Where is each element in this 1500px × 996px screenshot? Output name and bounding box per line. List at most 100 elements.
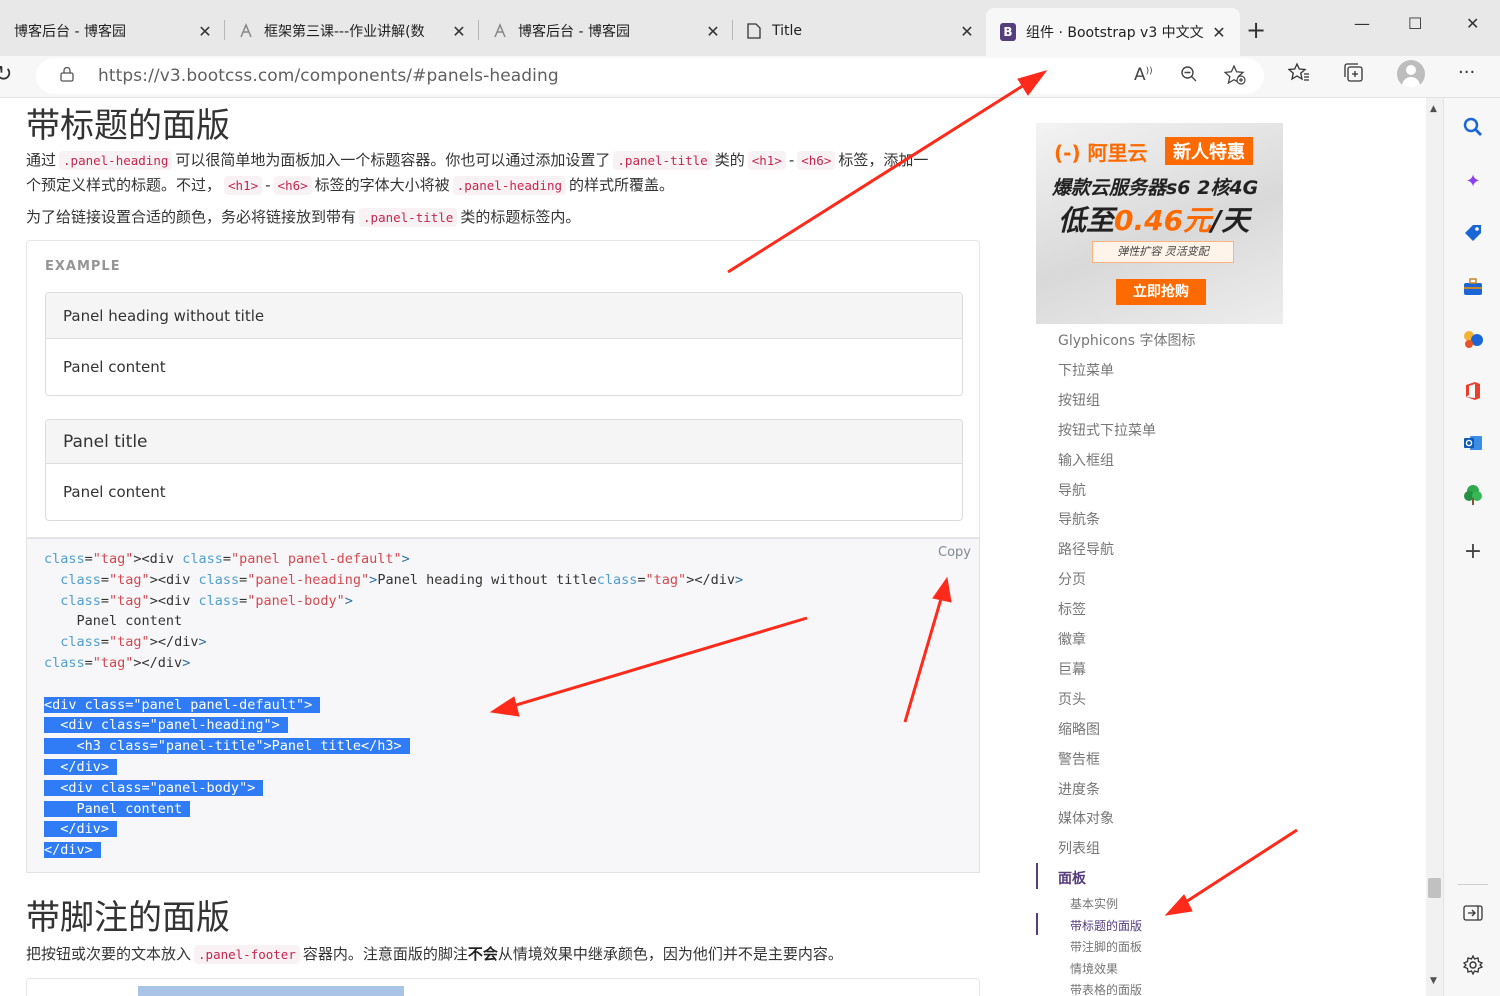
sidenav-subitem[interactable]: 带注脚的面板 xyxy=(1070,938,1142,955)
sidenav-item[interactable]: 缩略图 xyxy=(1058,719,1100,739)
outlook-icon[interactable] xyxy=(1462,432,1484,454)
close-tab-icon[interactable]: ✕ xyxy=(704,22,722,41)
minimize-button[interactable]: — xyxy=(1354,14,1370,33)
ad-tag: 弹性扩容 灵活变配 xyxy=(1092,241,1234,263)
tab-title: 框架第三课---作业讲解(数 xyxy=(264,24,425,40)
tab-title: 博客后台 - 博客园 xyxy=(14,24,126,40)
code-line: class="tag"></div> xyxy=(44,654,191,671)
taskbar-preview xyxy=(138,986,404,996)
address-bar[interactable]: https://v3.bootcss.com/components/#panel… xyxy=(36,58,1264,94)
favorites-icon[interactable] xyxy=(1287,62,1310,87)
page-scrollbar[interactable]: ▲ ▼ xyxy=(1426,98,1443,996)
shopping-tag-icon[interactable] xyxy=(1462,222,1484,244)
browser-toolbar: ↻ https://v3.bootcss.com/components/#pan… xyxy=(0,56,1500,98)
scrollbar-thumb[interactable] xyxy=(1428,878,1441,898)
new-tab-button[interactable]: + xyxy=(1246,16,1266,44)
document-icon xyxy=(746,23,762,39)
sidenav-item[interactable]: 下拉菜单 xyxy=(1058,360,1114,380)
sidebar-divider xyxy=(1458,884,1488,885)
footer-section-title: 带脚注的面版 xyxy=(26,898,230,938)
sidenav-subitem[interactable]: 情境效果 xyxy=(1070,960,1118,977)
panel-title: Panel title xyxy=(46,420,962,464)
tree-icon[interactable] xyxy=(1462,484,1484,506)
example-label: EXAMPLE xyxy=(45,259,121,274)
office-icon[interactable] xyxy=(1462,380,1484,402)
tools-briefcase-icon[interactable] xyxy=(1462,276,1484,298)
ad-buy-button[interactable]: 立即抢购 xyxy=(1116,279,1206,305)
games-icon[interactable] xyxy=(1462,328,1484,350)
bootstrap-icon: B xyxy=(1000,23,1016,41)
tab-1[interactable]: 博客后台 - 博客园 ✕ xyxy=(0,10,225,52)
sidenav-item[interactable]: 导航 xyxy=(1058,480,1086,500)
active-sub-indicator xyxy=(1036,913,1038,935)
sidenav-item[interactable]: Glyphicons 字体图标 xyxy=(1058,330,1196,350)
url-text[interactable]: https://v3.bootcss.com/components/#panel… xyxy=(98,66,559,86)
ad-brand: (-) 阿里云 xyxy=(1054,141,1148,165)
scroll-up-arrow[interactable]: ▲ xyxy=(1430,104,1437,114)
sidenav-item[interactable]: 按钮式下拉菜单 xyxy=(1058,420,1156,440)
lock-icon[interactable] xyxy=(60,66,74,82)
hide-sidebar-icon[interactable] xyxy=(1462,902,1484,924)
zoom-out-icon[interactable] xyxy=(1180,65,1198,88)
sidenav-item[interactable]: 媒体对象 xyxy=(1058,808,1114,828)
sidenav-item[interactable]: 徽章 xyxy=(1058,629,1086,649)
more-menu-icon[interactable]: ··· xyxy=(1458,62,1475,83)
code-line: <div class="panel-body"> xyxy=(44,778,743,799)
tab-3[interactable]: 博客后台 - 博客园 ✕ xyxy=(478,10,733,52)
sidenav-item[interactable]: 巨幕 xyxy=(1058,659,1086,679)
search-icon[interactable] xyxy=(1462,116,1484,138)
sidenav-item[interactable]: 按钮组 xyxy=(1058,390,1100,410)
tab-bootstrap-active[interactable]: B 组件 · Bootstrap v3 中文文 ✕ xyxy=(986,8,1240,56)
code-line: ​ xyxy=(44,674,743,695)
sidenav-item[interactable]: 列表组 xyxy=(1058,838,1100,858)
sidenav-item[interactable]: 进度条 xyxy=(1058,779,1100,799)
edge-sidebar: ✦ + xyxy=(1443,98,1500,996)
collections-icon[interactable] xyxy=(1343,62,1365,89)
sidenav-item[interactable]: 导航条 xyxy=(1058,509,1100,529)
sidenav-subitem[interactable]: 带表格的面版 xyxy=(1070,981,1142,996)
tab-title: 组件 · Bootstrap v3 中文文 xyxy=(1026,25,1204,41)
page-content: 带标题的面版 通过 .panel-heading 可以很简单地为面板加入一个标题容器… xyxy=(0,98,1426,996)
close-tab-icon[interactable]: ✕ xyxy=(196,22,214,41)
reload-icon[interactable]: ↻ xyxy=(0,62,12,87)
tab-4[interactable]: Title ✕ xyxy=(732,10,986,52)
close-tab-icon[interactable]: ✕ xyxy=(450,22,468,41)
ad-price-line: 低至0.46元/天 xyxy=(1058,204,1250,237)
sidenav-item[interactable]: 页头 xyxy=(1058,689,1086,709)
sidenav-item[interactable]: 面板 xyxy=(1058,868,1086,888)
sidenav-subitem[interactable]: 基本实例 xyxy=(1070,895,1118,912)
aliyun-ad-banner[interactable]: (-) 阿里云 新人特惠 爆款云服务器s6 2核4G 低至0.46元/天 弹性扩… xyxy=(1036,123,1283,324)
close-tab-icon[interactable]: ✕ xyxy=(958,22,976,41)
panel-without-title: Panel heading without title Panel conten… xyxy=(45,292,963,396)
read-aloud-icon[interactable]: A)) xyxy=(1134,65,1153,85)
sidenav-item[interactable]: 警告框 xyxy=(1058,749,1100,769)
sidenav-item[interactable]: 标签 xyxy=(1058,599,1086,619)
sidenav-item[interactable]: 输入框组 xyxy=(1058,450,1114,470)
cnblogs-icon xyxy=(492,23,508,39)
code-line: class="tag"></div> xyxy=(60,634,207,651)
tab-2[interactable]: 框架第三课---作业讲解(数 ✕ xyxy=(224,10,479,52)
code-line: Panel content xyxy=(44,613,183,630)
settings-gear-icon[interactable] xyxy=(1462,954,1484,976)
profile-avatar[interactable] xyxy=(1397,60,1425,88)
close-tab-icon[interactable]: ✕ xyxy=(1210,23,1228,42)
code-line: <div class="panel panel-default"> xyxy=(44,695,743,716)
panel-body: Panel content xyxy=(63,483,166,501)
panel-body: Panel content xyxy=(63,358,166,376)
close-window-button[interactable]: ✕ xyxy=(1466,14,1479,33)
code-line: class="tag"><div class="panel-heading">P… xyxy=(60,571,744,588)
copy-button[interactable]: Copy xyxy=(938,545,971,560)
code-block[interactable]: Copy class="tag"><div class="panel panel… xyxy=(26,538,980,873)
sidenav-item[interactable]: 路径导航 xyxy=(1058,539,1114,559)
active-nav-indicator xyxy=(1036,863,1038,889)
maximize-button[interactable]: ☐ xyxy=(1408,14,1422,33)
add-favorite-icon[interactable] xyxy=(1223,64,1246,90)
sidenav-item[interactable]: 分页 xyxy=(1058,569,1086,589)
scroll-down-arrow[interactable]: ▼ xyxy=(1430,976,1437,986)
code-line: Panel content xyxy=(44,799,743,820)
code-content[interactable]: class="tag"><div class="panel panel-defa… xyxy=(44,549,743,861)
footer-paragraph: 把按钮或次要的文本放入 .panel-footer 容器内。注意面版的脚注不会从情境… xyxy=(26,945,843,964)
sidenav-subitem[interactable]: 带标题的面版 xyxy=(1070,917,1142,934)
copilot-sparkle-icon[interactable]: ✦ xyxy=(1462,170,1484,192)
add-sidebar-app-icon[interactable]: + xyxy=(1462,539,1484,564)
